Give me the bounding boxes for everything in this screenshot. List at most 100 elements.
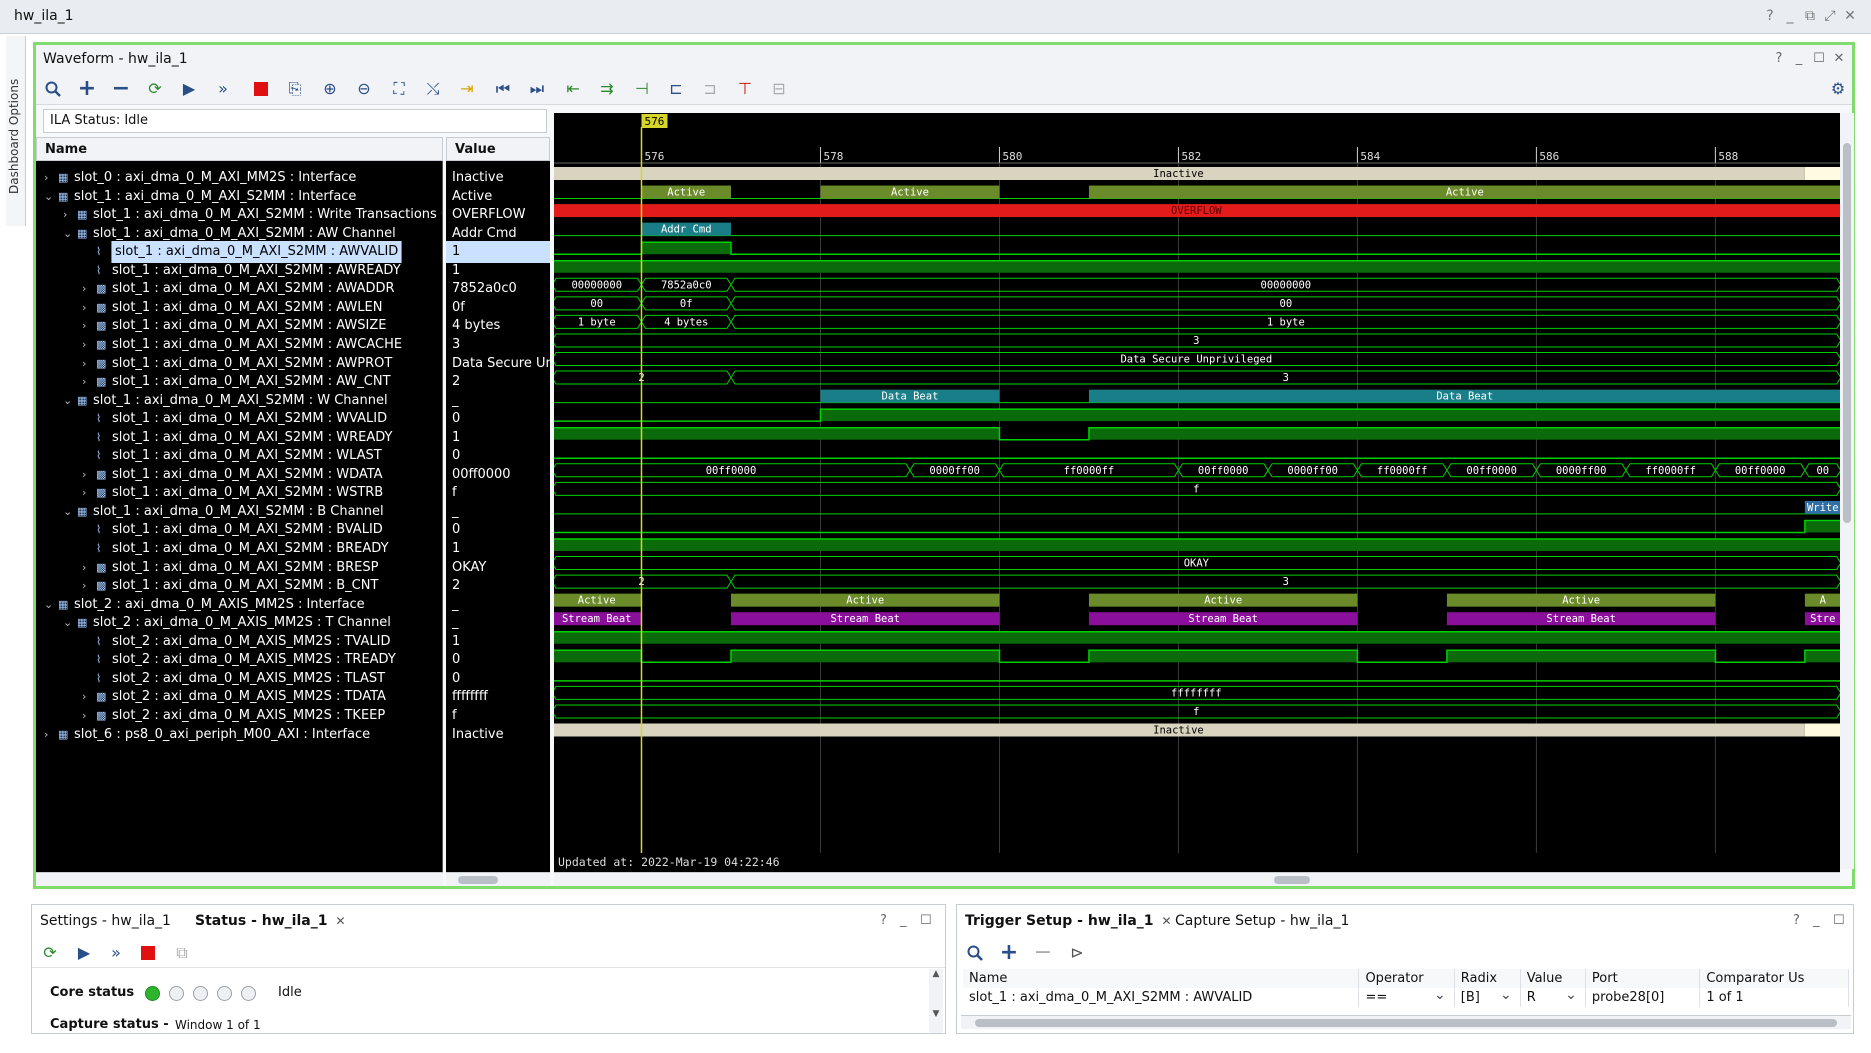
refresh-icon[interactable]: ⟳ xyxy=(38,941,62,965)
close-icon[interactable]: ✕ xyxy=(1831,51,1847,66)
tab-capture-setup[interactable]: Capture Setup - hw_ila_1 xyxy=(1175,913,1349,929)
refresh-icon[interactable]: ⟳ xyxy=(143,77,167,101)
column-header[interactable]: Comparator Us xyxy=(1699,969,1849,988)
previous-transition-icon[interactable]: ⇤ xyxy=(561,77,585,101)
tab-settings[interactable]: Settings - hw_ila_1 xyxy=(40,913,171,929)
names-hscroll[interactable] xyxy=(36,872,443,886)
copy-icon[interactable]: ⧉ xyxy=(170,941,194,965)
add-icon[interactable]: + xyxy=(75,77,99,101)
delete-markers-icon[interactable]: ⊟ xyxy=(767,77,791,101)
zoom-fit-icon[interactable]: ⛶ xyxy=(387,77,411,101)
values-hscroll[interactable] xyxy=(446,872,550,886)
maximize-icon[interactable]: ☐ xyxy=(1811,51,1827,66)
bit-high xyxy=(554,539,1840,551)
bus-value: 00ff0000 xyxy=(1466,465,1517,477)
zoom-in-icon[interactable]: ⊕ xyxy=(318,77,342,101)
bus-value: 3 xyxy=(1283,576,1289,588)
bit-high xyxy=(820,409,1840,422)
next-transition-icon[interactable]: ⇉ xyxy=(595,77,619,101)
dashboard-options-tab[interactable]: Dashboard Options xyxy=(6,36,26,226)
status-panel: Settings - hw_ila_1 Status - hw_ila_1 ✕ ?… xyxy=(31,904,946,1034)
signal-row[interactable]: › ▦ slot_6 : ps8_0_axi_periph_M00_AXI : In… xyxy=(36,724,442,746)
help-icon[interactable]: ? xyxy=(1761,8,1779,24)
waveform-canvas[interactable]: 576 578 580 582 584 586 588 Inactive Active Activ… xyxy=(554,113,1840,886)
export-icon[interactable]: ⎘ xyxy=(283,77,307,101)
active-band-label: A xyxy=(1820,595,1827,607)
name-column-header[interactable]: Name xyxy=(36,137,443,161)
maximize-icon[interactable]: ☐ xyxy=(1833,913,1845,928)
next-marker-icon[interactable]: ⊐ xyxy=(698,77,722,101)
go-to-cursor-icon[interactable]: ⇥ xyxy=(455,77,479,101)
wave-hscroll[interactable] xyxy=(554,872,1840,886)
add-probe-icon[interactable]: + xyxy=(997,941,1021,965)
close-icon[interactable]: ✕ xyxy=(1162,914,1172,928)
maximize-icon[interactable]: ☐ xyxy=(920,913,932,928)
close-icon[interactable]: ✕ xyxy=(1841,8,1859,24)
stop-icon[interactable] xyxy=(249,77,273,101)
status-led xyxy=(217,986,232,1001)
stream-beat-band-label: Stream Beat xyxy=(1546,613,1616,625)
help-icon[interactable]: ? xyxy=(880,913,887,928)
swap-cursors-icon[interactable]: ⊤ xyxy=(733,77,757,101)
bus-value: 3 xyxy=(1193,335,1199,347)
minimize-icon[interactable]: _ xyxy=(1781,8,1799,24)
minimize-icon[interactable]: _ xyxy=(900,913,907,928)
radix-select[interactable]: [B] xyxy=(1461,987,1514,1005)
column-header[interactable]: Value xyxy=(1520,969,1586,988)
column-header[interactable]: Name xyxy=(963,969,1360,988)
signal-value[interactable]: Inactive xyxy=(446,724,550,746)
trigger-condition-icon[interactable]: ⊳ xyxy=(1065,941,1089,965)
search-icon[interactable] xyxy=(963,941,987,965)
app-title: hw_ila_1 xyxy=(14,8,74,24)
search-icon[interactable] xyxy=(41,77,65,101)
tab-status[interactable]: Status - hw_ila_1 ✕ xyxy=(195,913,346,929)
waveform-svg[interactable]: 576 578 580 582 584 586 588 Inactive Active Activ… xyxy=(554,113,1840,886)
time-tick-label: 580 xyxy=(1002,150,1022,163)
go-to-end-icon[interactable]: ⏭ xyxy=(525,77,549,101)
run-trigger-icon[interactable]: ▶ xyxy=(72,941,96,965)
go-to-start-icon[interactable]: ⏮ xyxy=(491,77,515,101)
add-marker-icon[interactable]: ⊣ xyxy=(630,77,654,101)
tab-trigger-setup[interactable]: Trigger Setup - hw_ila_1 ✕ xyxy=(965,913,1172,929)
restore-icon[interactable]: ⧉ xyxy=(1801,8,1819,24)
value-column-header[interactable]: Value xyxy=(446,137,550,161)
bus-value: 00 xyxy=(590,298,603,310)
zoom-out-icon[interactable]: ⊖ xyxy=(352,77,376,101)
run-immediate-icon[interactable]: » xyxy=(104,941,128,965)
time-tick-label: 586 xyxy=(1539,150,1559,163)
gear-icon[interactable]: ⚙ xyxy=(1826,77,1850,101)
active-band-label: Active xyxy=(1562,595,1600,607)
app-title-bar: hw_ila_1 ? _ ⧉ ⤢ ✕ xyxy=(0,0,1871,34)
remove-probe-icon[interactable]: − xyxy=(1031,941,1055,965)
operator-select[interactable]: == xyxy=(1365,987,1447,1005)
active-band-label: Active xyxy=(846,595,884,607)
bus-value: 00 xyxy=(1280,298,1293,310)
table-row[interactable]: slot_1 : axi_dma_0_M_AXI_S2MM : AWVALID =… xyxy=(963,987,1849,1007)
column-header[interactable]: Port xyxy=(1585,969,1701,988)
bit-high xyxy=(554,260,1840,273)
minimize-icon[interactable]: _ xyxy=(1813,913,1820,928)
bus-value: 7852a0c0 xyxy=(661,279,712,291)
chevron-right-icon[interactable]: › xyxy=(44,724,56,746)
wave-vscroll[interactable] xyxy=(1840,113,1854,869)
status-vscroll[interactable]: ▲ ▼ xyxy=(929,969,943,1033)
run-trigger-icon[interactable]: ▶ xyxy=(177,77,201,101)
bus-value: ffffffff xyxy=(1171,687,1222,699)
value-select[interactable]: R xyxy=(1527,987,1579,1005)
previous-marker-icon[interactable]: ⊏ xyxy=(664,77,688,101)
column-header[interactable]: Radix xyxy=(1454,969,1521,988)
float-icon[interactable]: ⤢ xyxy=(1821,8,1839,24)
table-cell: slot_1 : axi_dma_0_M_AXI_S2MM : AWVALID xyxy=(963,988,1360,1007)
help-icon[interactable]: ? xyxy=(1771,51,1787,66)
trigger-table-wrap: Name Operator Radix Value Port Comparator Us … xyxy=(963,969,1849,1007)
trigger-hscroll[interactable] xyxy=(961,1015,1851,1029)
remove-icon[interactable]: − xyxy=(109,77,133,101)
help-icon[interactable]: ? xyxy=(1793,913,1800,928)
minimize-icon[interactable]: _ xyxy=(1791,51,1807,66)
stop-icon[interactable] xyxy=(136,941,160,965)
bus-value: 00ff0000 xyxy=(1735,465,1786,477)
run-immediate-icon[interactable]: » xyxy=(211,77,235,101)
zoom-cursor-icon[interactable]: ⤯ xyxy=(421,77,445,101)
column-header[interactable]: Operator xyxy=(1358,969,1455,988)
close-icon[interactable]: ✕ xyxy=(335,914,345,928)
